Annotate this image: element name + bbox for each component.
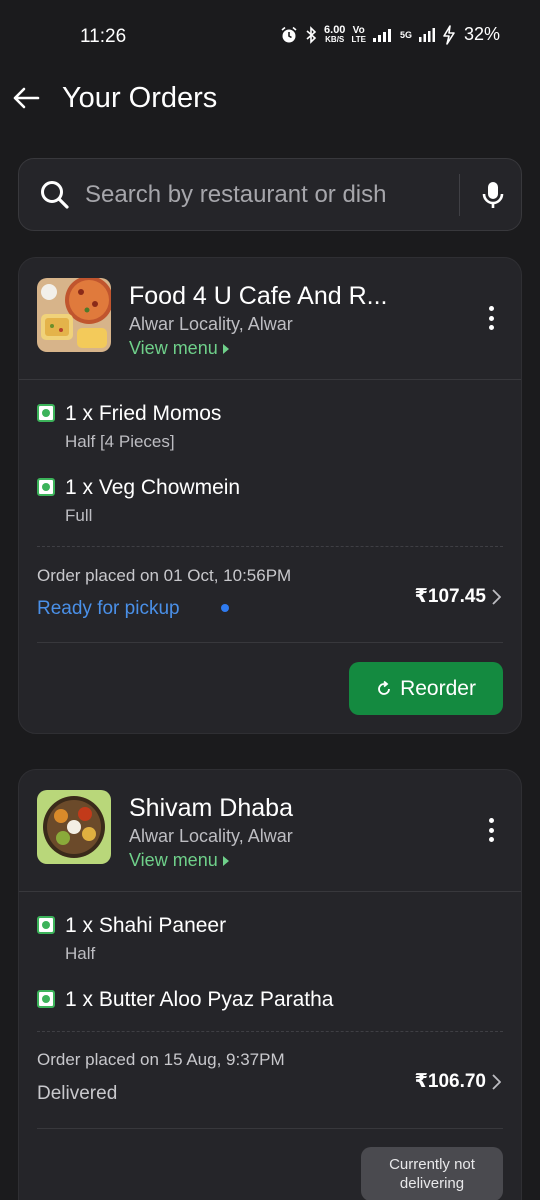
order-price[interactable]: ₹106.70 [415,1070,501,1093]
item-name: 1 x Veg Chowmein [65,476,241,499]
alarm-icon [281,26,297,42]
search-icon [41,181,69,209]
status-icons: 6.00 KB/S Vo LTE 5G 32% [280,24,500,45]
app-bar: Your Orders [0,72,540,128]
search-input[interactable] [85,179,445,211]
order-price[interactable]: ₹107.45 [415,585,501,608]
signal-icon-2 [418,27,435,42]
view-menu-label: View menu [129,850,218,870]
view-menu-link[interactable]: View menu [129,338,230,359]
search-divider [459,174,460,216]
bluetooth-icon [306,25,317,44]
restaurant-locality: Alwar Locality, Alwar [129,314,293,334]
volte-indicator: Vo LTE [351,24,366,44]
restaurant-name[interactable]: Shivam Dhaba [129,794,293,823]
network-type: 5G [399,29,412,40]
divider [37,642,503,643]
status-time: 11:26 [80,26,127,47]
search-bar[interactable] [18,158,522,231]
restaurant-locality: Alwar Locality, Alwar [129,826,293,846]
chevron-right-icon [492,588,501,605]
status-dot-icon [221,604,229,612]
veg-icon [37,478,55,496]
charging-icon [443,24,455,45]
order-date: Order placed on 15 Aug, 9:37PM [37,1050,285,1069]
restaurant-image[interactable] [37,278,111,352]
view-menu-label: View menu [129,338,218,358]
restaurant-name[interactable]: Food 4 U Cafe And R... [129,282,387,311]
item-name: 1 x Fried Momos [65,402,222,425]
net-speed: 6.00 KB/S [324,24,346,44]
order-card: Shivam Dhaba Alwar Locality, Alwar View … [18,769,522,1200]
dashed-divider [37,546,503,547]
item-variant: Half [65,944,96,963]
restaurant-image[interactable] [37,790,111,864]
reorder-label: Reorder [400,676,476,700]
status-bar: 11:26 6.00 KB/S Vo LTE 5G 32% [0,0,540,72]
caret-right-icon [222,855,229,866]
back-button[interactable] [10,82,42,114]
price-value: ₹107.45 [414,586,486,607]
view-menu-link[interactable]: View menu [129,850,230,871]
order-date: Order placed on 01 Oct, 10:56PM [37,566,292,585]
divider [19,379,521,380]
caret-right-icon [222,343,229,354]
arrow-left-icon [13,87,40,109]
item-name: 1 x Butter Aloo Pyaz Paratha [65,988,334,1011]
mic-icon[interactable] [477,179,509,211]
divider [19,891,521,892]
page-title: Your Orders [62,82,218,114]
badge-line-1: Currently not [389,1156,475,1173]
more-options-button[interactable] [479,304,503,332]
badge-line-2: delivering [399,1175,465,1192]
dashed-divider [37,1031,503,1032]
order-card: Food 4 U Cafe And R... Alwar Locality, A… [18,257,522,734]
item-variant: Full [65,506,93,525]
signal-icon [372,28,391,42]
veg-icon [37,990,55,1008]
chevron-right-icon [492,1073,501,1090]
currently-not-delivering-badge: Currently not delivering [361,1147,503,1200]
veg-icon [37,404,55,422]
veg-icon [37,916,55,934]
battery-level: 32% [463,24,500,44]
reorder-button[interactable]: Reorder [349,662,503,715]
item-variant: Half [4 Pieces] [65,432,175,451]
order-status: Ready for pickup [37,598,180,619]
order-status: Delivered [37,1083,118,1104]
item-name: 1 x Shahi Paneer [65,914,227,937]
price-value: ₹106.70 [414,1071,486,1092]
refresh-icon [378,680,390,695]
more-options-button[interactable] [479,816,503,844]
divider [37,1128,503,1129]
